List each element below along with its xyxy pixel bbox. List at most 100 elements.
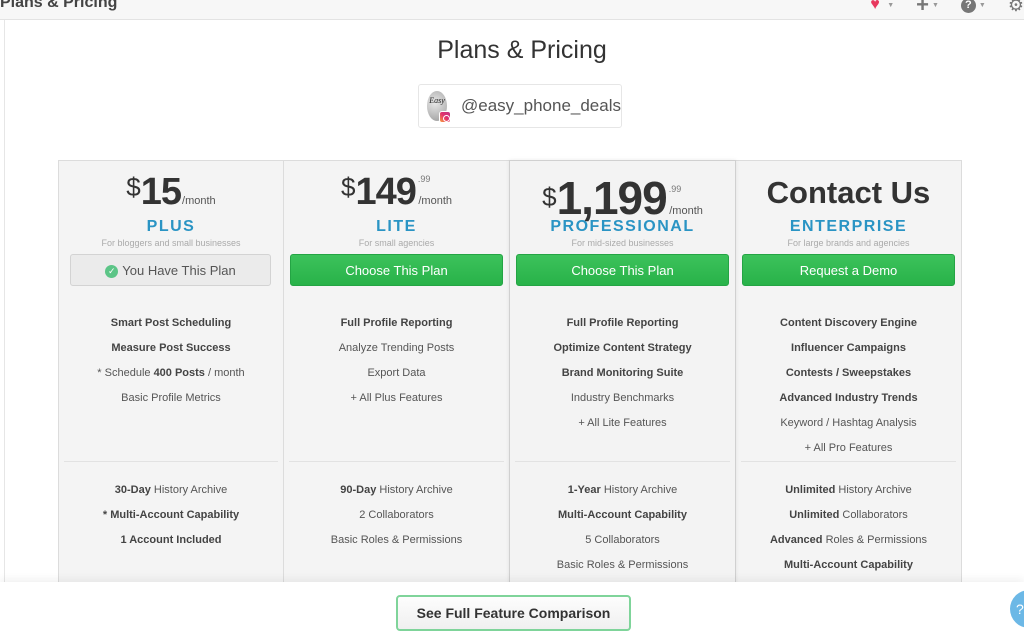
feature-list: Content Discovery Engine Influencer Campa… (736, 313, 961, 463)
feature-highlight: Multi-Account Capability (784, 559, 913, 571)
chevron-down-icon: ▼ (931, 1, 939, 9)
feature-highlight: 1-Year (567, 484, 601, 496)
divider (289, 461, 504, 462)
feature-item: Brand Monitoring Suite (510, 363, 735, 388)
feature-item: Basic Roles & Permissions (284, 530, 509, 555)
create-menu[interactable]: + ▼ (916, 0, 939, 17)
feature-text: 2 Collaborators (359, 509, 434, 521)
feature-highlight: Optimize Content Strategy (553, 342, 692, 354)
feature-highlight: Unlimited (789, 509, 840, 521)
account-handle: @easy_phone_deals (461, 96, 621, 115)
feature-item: Advanced Roles & Permissions (736, 530, 961, 555)
choose-plan-button[interactable]: Choose This Plan (290, 254, 503, 286)
feature-item: 90-Day History Archive (284, 480, 509, 505)
choose-plan-button[interactable]: Choose This Plan (516, 254, 729, 286)
feature-list-secondary: 1-Year History Archive Multi-Account Capa… (510, 480, 735, 580)
plus-icon: + (916, 0, 929, 17)
price-period: /month (182, 195, 216, 207)
feature-item: * Multi-Account Capability (59, 505, 283, 530)
feature-text: Export Data (367, 367, 426, 379)
feature-highlight: Full Profile Reporting (566, 317, 679, 329)
feature-text: 5 Collaborators (585, 534, 660, 546)
left-border (4, 20, 5, 643)
feature-text: Industry Benchmarks (570, 392, 675, 404)
plans-grid: $15/month PLUS For bloggers and small bu… (58, 160, 962, 590)
help-icon: ? (960, 0, 976, 13)
feature-item: 5 Collaborators (510, 530, 735, 555)
heart-icon: ♥ (870, 0, 880, 13)
feature-list: Smart Post Scheduling Measure Post Succes… (59, 313, 283, 413)
plan-subtitle: For bloggers and small businesses (101, 238, 241, 248)
price-amount: 15 (140, 171, 182, 213)
account-selector[interactable]: Easy @easy_phone_deals (418, 84, 622, 128)
request-demo-button[interactable]: Request a Demo (742, 254, 955, 286)
plan-name: PLUS (146, 218, 196, 235)
feature-list: Full Profile Reporting Optimize Content S… (510, 313, 735, 438)
feature-highlight: Advanced Industry Trends (779, 392, 918, 404)
feature-text: History Archive (376, 484, 453, 496)
feature-item: Influencer Campaigns (736, 338, 961, 363)
feature-text: + All Pro Features (804, 442, 893, 454)
feature-item: Unlimited Collaborators (736, 505, 961, 530)
feature-item: Basic Profile Metrics (59, 388, 283, 413)
plan-price: $149.99/month (284, 171, 509, 214)
feature-item: Measure Post Success (59, 338, 283, 363)
feature-highlight: Influencer Campaigns (791, 342, 906, 354)
price-amount: 149 (355, 171, 416, 213)
feature-highlight: Multi-Account Capability (558, 509, 687, 521)
feature-highlight: * Multi-Account Capability (102, 509, 240, 521)
feature-text: + All Plus Features (350, 392, 443, 404)
feature-item: Smart Post Scheduling (59, 313, 283, 338)
feature-item: Full Profile Reporting (284, 313, 509, 338)
check-circle-icon: ✓ (105, 265, 119, 278)
feature-list-secondary: 90-Day History Archive 2 Collaborators Bas… (284, 480, 509, 555)
feature-text: + All Lite Features (578, 417, 667, 429)
plan-card-plus: $15/month PLUS For bloggers and small bu… (58, 160, 284, 590)
instagram-icon (439, 111, 451, 123)
feature-text: Analyze Trending Posts (338, 342, 455, 354)
bottom-bar: See Full Feature Comparison ? (0, 582, 1024, 643)
feature-item: + All Lite Features (510, 413, 735, 438)
avatar: Easy (427, 91, 451, 123)
price-period: /month (669, 205, 703, 217)
feature-item: + All Pro Features (736, 438, 961, 463)
settings-menu[interactable]: ⚙ (1008, 0, 1024, 14)
topbar-actions: ♥ ▼ + ▼ ? ▼ ⚙ (848, 0, 1024, 17)
feature-item: Keyword / Hashtag Analysis (736, 413, 961, 438)
divider (64, 461, 278, 462)
feature-item: Full Profile Reporting (510, 313, 735, 338)
feature-item: Industry Benchmarks (510, 388, 735, 413)
currency-symbol: $ (542, 182, 557, 212)
feature-highlight: Unlimited (785, 484, 836, 496)
cta-label: You Have This Plan (122, 263, 236, 278)
currency-symbol: $ (340, 172, 356, 202)
feature-prefix: * Schedule (97, 367, 154, 379)
feature-highlight: 400 Posts (153, 367, 205, 379)
feature-item: Export Data (284, 363, 509, 388)
feature-highlight: Contests / Sweepstakes (785, 367, 912, 379)
chat-help-button[interactable]: ? (1010, 590, 1024, 628)
feature-highlight: Content Discovery Engine (780, 317, 917, 329)
divider (741, 461, 956, 462)
feature-highlight: 90-Day (340, 484, 377, 496)
feature-text: / month (204, 367, 245, 379)
divider (515, 461, 730, 462)
plan-price: $15/month (59, 171, 283, 214)
plan-name: PROFESSIONAL (550, 218, 695, 235)
feature-list: Full Profile Reporting Analyze Trending P… (284, 313, 509, 413)
feature-list-secondary: 30-Day History Archive * Multi-Account Ca… (59, 480, 283, 555)
feature-item: 1 Account Included (59, 530, 283, 555)
chevron-down-icon: ▼ (887, 1, 895, 9)
favorites-menu[interactable]: ♥ ▼ (870, 0, 895, 13)
price-cents: .99 (417, 174, 431, 184)
feature-item: + All Plus Features (284, 388, 509, 413)
topbar-title: Plans & Pricing (0, 0, 118, 11)
feature-item: Basic Roles & Permissions (510, 555, 735, 580)
feature-comparison-button[interactable]: See Full Feature Comparison (396, 595, 631, 631)
feature-item: Content Discovery Engine (736, 313, 961, 338)
help-icon: ? (1016, 601, 1024, 617)
current-plan-button: ✓ You Have This Plan (70, 254, 271, 286)
help-menu[interactable]: ? ▼ (960, 0, 986, 13)
feature-highlight: 30-Day (114, 484, 151, 496)
feature-text: Roles & Permissions (822, 534, 928, 546)
